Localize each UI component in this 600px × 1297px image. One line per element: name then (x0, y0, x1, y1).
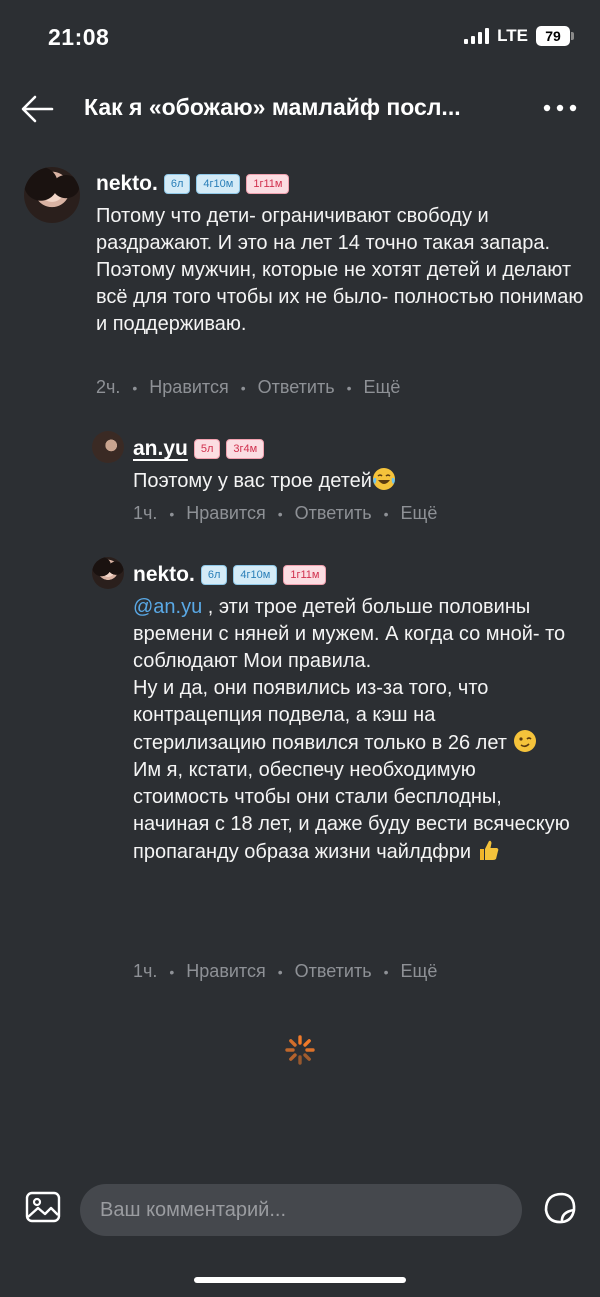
more-button[interactable]: Ещё (401, 961, 438, 982)
nav-bar: Как я «обожаю» мамлайф посл... (0, 78, 600, 140)
separator: • (277, 505, 283, 522)
comment-paragraph: Ну и да, они появились из-за того, что к… (133, 677, 507, 754)
network-type: LTE (497, 26, 528, 45)
status-time: 21:08 (48, 24, 110, 50)
home-indicator (194, 1277, 406, 1283)
more-button[interactable]: Ещё (401, 503, 438, 524)
more-button[interactable]: Ещё (364, 377, 401, 398)
comment-input[interactable] (80, 1184, 522, 1236)
comment-time: 1ч. (133, 961, 158, 981)
comment-composer (0, 1170, 600, 1252)
badge: 4г10м (196, 174, 241, 194)
comment-actions: 1ч. • Нравится • Ответить • Ещё (133, 503, 437, 524)
comment-header: an.yu 5л 3г4м (133, 437, 265, 461)
reply-button[interactable]: Ответить (295, 961, 372, 982)
like-button[interactable]: Нравится (186, 961, 265, 982)
badge: 4г10м (233, 565, 278, 585)
separator: • (169, 505, 175, 522)
avatar[interactable] (92, 557, 124, 589)
badge: 3г4м (226, 439, 265, 459)
author-name[interactable]: nekto. (133, 563, 195, 587)
comment-paragraph: Потому что дети- ограничивают свободу и … (96, 205, 584, 335)
badge: 6л (163, 174, 191, 194)
sticker-icon[interactable] (542, 1190, 578, 1226)
separator: • (169, 963, 175, 980)
separator: • (383, 505, 389, 522)
badge: 1г11м (246, 174, 290, 194)
comment-text: Поэтому у вас трое детей (133, 467, 573, 495)
author-name[interactable]: nekto. (96, 172, 158, 196)
signal-icon (464, 28, 490, 44)
more-horizontal-icon[interactable] (542, 98, 578, 118)
comment-actions: 1ч. • Нравится • Ответить • Ещё (133, 961, 437, 982)
separator: • (132, 379, 138, 396)
image-icon[interactable] (24, 1188, 62, 1226)
badge: 6л (200, 565, 228, 585)
battery-level: 79 (545, 28, 561, 44)
battery-icon: 79 (536, 26, 574, 46)
reply-button[interactable]: Ответить (295, 503, 372, 524)
like-button[interactable]: Нравится (186, 503, 265, 524)
badge: 1г11м (283, 565, 327, 585)
mention-link[interactable]: @an.yu (133, 596, 202, 618)
reply-button[interactable]: Ответить (258, 377, 335, 398)
comment-text: Потому что дети- ограничивают свободу и … (96, 203, 586, 338)
comment-header: nekto. 6л 4г10м 1г11м (133, 563, 327, 587)
loading-spinner-icon (285, 1035, 315, 1065)
badge: 5л (193, 439, 221, 459)
avatar[interactable] (92, 431, 124, 463)
separator: • (346, 379, 352, 396)
arrow-left-icon[interactable] (20, 94, 54, 124)
status-indicators: LTE 79 (464, 26, 574, 46)
comment-actions: 2ч. • Нравится • Ответить • Ещё (96, 377, 400, 398)
comment-time: 1ч. (133, 503, 158, 523)
comment-paragraph: Им я, кстати, обеспечу необходимую стоим… (133, 759, 570, 863)
tears-of-joy-emoji (372, 468, 395, 490)
author-name[interactable]: an.yu (133, 437, 188, 461)
separator: • (240, 379, 246, 396)
separator: • (383, 963, 389, 980)
like-button[interactable]: Нравится (149, 377, 228, 398)
status-bar: 21:08 LTE 79 (0, 0, 600, 78)
comment-text: @an.yu , эти трое детей больше половины … (133, 594, 573, 866)
separator: • (277, 963, 283, 980)
comment-header: nekto. 6л 4г10м 1г11м (96, 172, 290, 196)
comment-paragraph: Поэтому у вас трое детей (133, 470, 372, 492)
page-title: Как я «обожаю» мамлайф посл... (84, 94, 461, 120)
comment-time: 2ч. (96, 377, 121, 397)
thumbs-up-emoji (479, 840, 498, 860)
wink-emoji (513, 730, 536, 752)
avatar[interactable] (24, 167, 80, 223)
